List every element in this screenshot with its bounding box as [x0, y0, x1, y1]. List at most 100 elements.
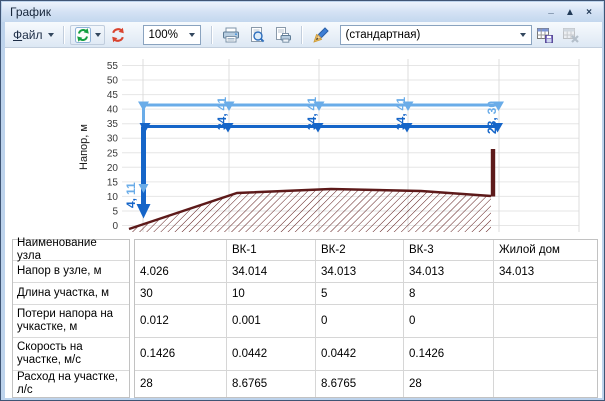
table-cell: 4.026 [135, 261, 227, 282]
table-cell: 0.0442 [227, 338, 316, 370]
titlebar[interactable]: График _ ▲ × [2, 2, 603, 22]
dropdown-arrow-icon [48, 33, 54, 37]
print-button[interactable] [218, 24, 244, 46]
table-cell: 5 [316, 283, 404, 304]
y-tick-label: 20 [107, 163, 119, 174]
table-cell: 0.012 [135, 305, 227, 337]
toolbar-separator [63, 26, 65, 44]
delete-template-icon [562, 27, 580, 43]
row-label: Скорость на участке, м/с [13, 338, 129, 371]
print-preview-button[interactable] [244, 24, 270, 46]
page-setup-button[interactable] [270, 24, 296, 46]
y-tick-label: 45 [107, 90, 119, 101]
template-value: (стандартная) [346, 29, 421, 41]
page-setup-icon [274, 27, 292, 43]
save-template-button[interactable] [532, 24, 558, 46]
sync-icon [74, 27, 92, 43]
node-value-label: 34,41 [394, 97, 408, 130]
save-template-icon [536, 27, 554, 43]
table-row: 0.1426 0.0442 0.0442 0.1426 [135, 338, 597, 371]
table-cell: 8 [404, 283, 494, 304]
table-cell: 34.013 [404, 261, 494, 282]
required-head-arrows [138, 102, 504, 194]
y-tick-label: 15 [107, 177, 119, 188]
table-cell [494, 305, 597, 337]
y-tick-label: 50 [107, 76, 119, 87]
table-cell [494, 338, 597, 370]
toolbar-separator [301, 26, 303, 44]
refresh-icon [109, 27, 127, 43]
data-table: ВК-1 ВК-2 ВК-3 Жилой дом 4.026 34.014 34… [134, 239, 598, 398]
window-title: График [10, 5, 51, 19]
node-value-label: 34,41 [305, 97, 319, 130]
table-cell: 0 [316, 305, 404, 337]
y-axis-title: Напор, м [78, 124, 90, 170]
table-cell: 0.1426 [404, 338, 494, 370]
row-label: Наименование узла [13, 240, 129, 261]
y-tick-label: 40 [107, 105, 119, 116]
table-cell: ВК-1 [227, 240, 316, 260]
dropdown-arrow-icon [189, 33, 195, 37]
file-menu-label: Файл [13, 28, 43, 42]
edit-style-icon [312, 27, 330, 43]
edit-style-button[interactable] [308, 24, 334, 46]
toolbar-separator [211, 26, 213, 44]
template-combobox[interactable]: (стандартная) [340, 25, 532, 45]
row-label: Потери напора на учкастке, м [13, 305, 129, 338]
y-axis: 55 50 45 40 35 30 25 20 15 10 5 0 Напор,… [78, 61, 118, 232]
table-cell: 0 [404, 305, 494, 337]
table-cell: 8.6765 [316, 371, 404, 397]
row-label: Расход на участке, л/с [13, 371, 129, 397]
table-cell: 28 [404, 371, 494, 397]
y-tick-label: 35 [107, 119, 119, 130]
table-cell: 30 [135, 283, 227, 304]
building-bar [491, 149, 495, 197]
table-cell: 34.014 [227, 261, 316, 282]
row-label: Длина участка, м [13, 283, 129, 305]
table-cell: Жилой дом [494, 240, 597, 260]
table-cell: ВК-2 [316, 240, 404, 260]
file-menu-button[interactable]: Файл [9, 24, 58, 46]
table-cell: 0.1426 [135, 338, 227, 370]
node-value-label: 23,30 [485, 101, 499, 134]
table-cell [135, 240, 227, 260]
table-cell [494, 283, 597, 304]
table-row: 28 8.6765 8.6765 28 [135, 371, 597, 397]
sync-button[interactable] [70, 25, 105, 45]
piezometric-chart: 55 50 45 40 35 30 25 20 15 10 5 0 Напор,… [5, 48, 602, 239]
client-area: Файл [5, 22, 602, 398]
table-row: 30 10 5 8 [135, 283, 597, 305]
refresh-button[interactable] [105, 24, 131, 46]
minimize-button[interactable]: _ [543, 5, 559, 19]
table-cell: 10 [227, 283, 316, 304]
y-tick-label: 25 [107, 148, 119, 159]
y-tick-label: 0 [112, 221, 118, 232]
table-row-labels: Наименование узла Напор в узле, м Длина … [12, 239, 130, 398]
node-value-label: 34,41 [215, 97, 229, 130]
dropdown-arrow-icon [95, 33, 101, 37]
toolbar: Файл [5, 22, 602, 48]
graph-window: График _ ▲ × Файл [0, 0, 605, 401]
print-preview-icon [248, 27, 266, 43]
table-cell: 34.013 [316, 261, 404, 282]
terrain-profile [129, 149, 495, 232]
required-head-line [144, 105, 499, 185]
table-cell: 28 [135, 371, 227, 397]
delete-template-button [558, 24, 584, 46]
print-icon [222, 27, 240, 43]
zoom-value: 100% [149, 29, 178, 41]
node-arrow [139, 184, 149, 193]
window-controls: _ ▲ × [543, 5, 597, 19]
y-tick-label: 10 [107, 192, 119, 203]
table-cell: 8.6765 [227, 371, 316, 397]
table-cell: 0.0442 [316, 338, 404, 370]
close-button[interactable]: × [581, 5, 597, 19]
table-cell [494, 371, 597, 397]
table-row: 4.026 34.014 34.013 34.013 34.013 [135, 261, 597, 283]
table-cell: ВК-3 [404, 240, 494, 260]
y-tick-label: 55 [107, 61, 119, 72]
zoom-combobox[interactable]: 100% [143, 25, 201, 45]
maximize-button[interactable]: ▲ [562, 5, 578, 19]
table-row: 0.012 0.001 0 0 [135, 305, 597, 338]
row-label: Напор в узле, м [13, 261, 129, 283]
